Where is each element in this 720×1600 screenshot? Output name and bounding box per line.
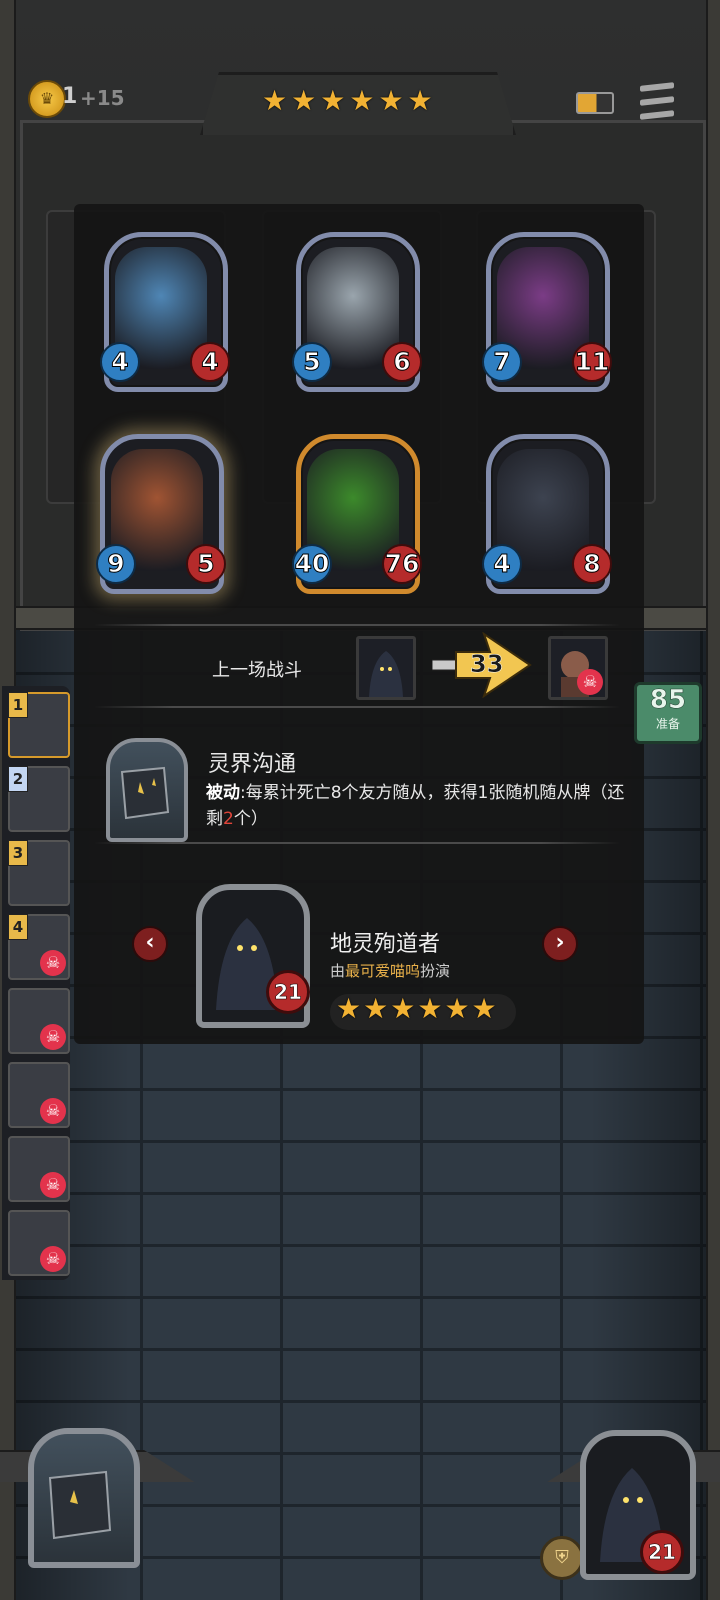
minion-card[interactable]: 48 (482, 434, 612, 594)
player-leaderboard: 1 2 3 4 ☠ ☠ ☠ ☠ ☠ (2, 686, 70, 1280)
leaderboard-player[interactable]: 2 (8, 766, 70, 832)
hero-star-icon: ★ (471, 992, 497, 1025)
hero-star-icon: ★ (417, 992, 443, 1025)
hero-player: 由最可爱喵呜扮演 (330, 960, 450, 981)
divider (94, 842, 620, 844)
tier-star-icon: ★ (291, 84, 317, 117)
own-hero-health: 21 (640, 1530, 684, 1574)
hero-tier-stars: ★ ★ ★ ★ ★ ★ (330, 994, 516, 1030)
hero-name: 地灵殉道者 (330, 932, 441, 957)
timer-label: 准备 (655, 717, 680, 731)
last-battle-own-hero (356, 636, 416, 700)
divider (94, 706, 620, 708)
menu-icon[interactable] (640, 82, 674, 120)
minion-card[interactable]: 44 (100, 232, 230, 392)
minion-attack: 9 (96, 544, 136, 584)
tier-star-icon: ★ (378, 84, 404, 117)
hero-star-icon: ★ (336, 992, 362, 1025)
right-frame (706, 0, 720, 1600)
leaderboard-player[interactable]: 3 (8, 840, 70, 906)
player-rank: 2 (8, 766, 28, 792)
damage-value: 33 (470, 650, 504, 679)
minion-attack: 4 (100, 342, 140, 382)
gold-count: 1 (62, 84, 78, 109)
skull-icon: ☠ (40, 1098, 66, 1124)
hero-star-icon: ★ (390, 992, 416, 1025)
hero-power-text-end: 个） (233, 809, 268, 829)
hero-power-description: 被动:每累计死亡8个友方随从，获得1张随机随从牌（还剩2个） (206, 780, 626, 832)
hero-power-button[interactable] (28, 1428, 140, 1568)
tavern-tier-stars: ★ ★ ★ ★ ★ ★ (262, 86, 452, 118)
crown-coin-icon: ♛ (28, 80, 66, 118)
timer-value: 85 (649, 685, 687, 716)
last-battle-enemy-hero: ☠ (548, 636, 608, 700)
divider (94, 624, 620, 626)
battery-icon (576, 92, 614, 114)
minion-card[interactable]: 7 11 (482, 232, 612, 392)
hero-player-name: 最可爱喵呜 (345, 962, 421, 980)
leaderboard-player[interactable]: ☠ (8, 1136, 70, 1202)
helmet-icon[interactable]: ⛨ (540, 1536, 584, 1580)
player-rank: 4 (8, 914, 28, 940)
minion-attack: 40 (292, 544, 332, 584)
hero-player-suffix: 扮演 (420, 962, 451, 980)
hero-power-remaining: 2 (223, 809, 234, 829)
minion-card[interactable]: 56 (292, 232, 422, 392)
minion-card[interactable]: 95 (96, 434, 226, 594)
hero-player-prefix: 由 (330, 962, 346, 980)
minion-health: 8 (572, 544, 612, 584)
minion-health: 6 (382, 342, 422, 382)
minion-health: 4 (190, 342, 230, 382)
minion-attack: 4 (482, 544, 522, 584)
hero-star-icon: ★ (444, 992, 470, 1025)
leaderboard-player[interactable]: 1 (8, 692, 70, 758)
leaderboard-player[interactable]: ☠ (8, 988, 70, 1054)
hero-star-icon: ★ (363, 992, 389, 1025)
hero-health: 21 (266, 970, 310, 1014)
previous-hero-button[interactable]: ‹ (132, 926, 168, 962)
skull-icon: ☠ (40, 1172, 66, 1198)
tier-star-icon: ★ (349, 84, 375, 117)
hero-power-text: :每累计死亡8个友方随从，获得1张随机随从牌（还剩 (206, 783, 625, 829)
minion-health: 76 (382, 544, 422, 584)
minion-attack: 5 (292, 342, 332, 382)
next-hero-button[interactable]: › (542, 926, 578, 962)
minion-attack: 7 (482, 342, 522, 382)
hero-power-title: 灵界沟通 (208, 752, 297, 777)
tier-star-icon: ★ (407, 84, 433, 117)
leaderboard-player[interactable]: 4 ☠ (8, 914, 70, 980)
minion-health: 11 (572, 342, 612, 382)
last-battle-label: 上一场战斗 (212, 660, 302, 681)
tier-star-icon: ★ (262, 84, 288, 117)
turn-timer: 85 准备 (634, 682, 702, 744)
skull-icon: ☠ (40, 1246, 66, 1272)
spell-book-icon (106, 738, 188, 842)
minion-card[interactable]: 40 76 (292, 434, 422, 594)
minion-health: 5 (186, 544, 226, 584)
hero-power-type: 被动 (206, 783, 240, 803)
skull-icon: ☠ (40, 1024, 66, 1050)
skull-icon: ☠ (40, 950, 66, 976)
tier-star-icon: ★ (320, 84, 346, 117)
gold-income: +15 (80, 86, 125, 110)
skull-icon: ☠ (577, 669, 603, 695)
player-rank: 3 (8, 840, 28, 866)
leaderboard-player[interactable]: ☠ (8, 1210, 70, 1276)
leaderboard-player[interactable]: ☠ (8, 1062, 70, 1128)
player-rank: 1 (8, 692, 28, 718)
